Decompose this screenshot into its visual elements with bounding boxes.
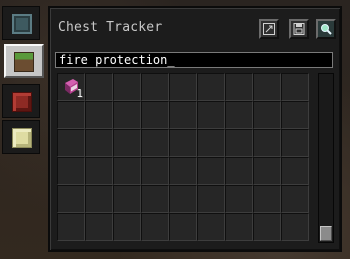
grid-slot[interactable] <box>169 185 197 213</box>
tab-bar <box>0 0 48 259</box>
grid-slot[interactable] <box>197 129 225 157</box>
grid-slot[interactable] <box>141 213 169 241</box>
grid-slot[interactable] <box>225 185 253 213</box>
search-button[interactable] <box>316 19 336 39</box>
grass-block-icon <box>14 52 34 72</box>
grid-slot[interactable] <box>113 157 141 185</box>
grid-slot[interactable] <box>225 101 253 129</box>
grid-slot[interactable] <box>197 73 225 101</box>
grid-slot[interactable] <box>85 101 113 129</box>
window-title: Chest Tracker <box>58 20 163 35</box>
grid-slot[interactable] <box>113 129 141 157</box>
grid-slot[interactable] <box>85 73 113 101</box>
grid-slot[interactable] <box>85 157 113 185</box>
search-input[interactable]: fire protection_ <box>55 52 333 68</box>
resize-icon <box>263 23 275 35</box>
grid-slot[interactable] <box>113 73 141 101</box>
grid-slot[interactable] <box>253 213 281 241</box>
grid-slot[interactable] <box>113 101 141 129</box>
grid-slot[interactable] <box>253 129 281 157</box>
grid-slot[interactable] <box>253 185 281 213</box>
grid-slot[interactable] <box>169 129 197 157</box>
grid-slot[interactable] <box>169 73 197 101</box>
grid-slot[interactable] <box>57 101 85 129</box>
grid-slot[interactable] <box>281 73 309 101</box>
grid-slot[interactable] <box>253 157 281 185</box>
chest-tracker-panel: Chest Tracker fire protection_ 1 <box>48 6 342 252</box>
grid-slot[interactable] <box>141 185 169 213</box>
grid-slot[interactable] <box>197 101 225 129</box>
grid-slot[interactable] <box>57 157 85 185</box>
magnifier-icon <box>321 24 332 35</box>
grid-slot[interactable] <box>253 73 281 101</box>
grid-slot[interactable] <box>85 129 113 157</box>
resize-button[interactable] <box>259 19 279 39</box>
grid-slot[interactable] <box>169 157 197 185</box>
grid-slot[interactable] <box>253 101 281 129</box>
tab-redstone[interactable] <box>2 84 40 118</box>
grid-slot[interactable] <box>141 101 169 129</box>
tab-glass[interactable] <box>2 6 40 40</box>
save-button[interactable] <box>289 19 309 39</box>
grid-slot[interactable] <box>85 185 113 213</box>
item-grid: 1 <box>57 73 309 241</box>
glass-block-icon <box>12 14 32 34</box>
floppy-disk-icon <box>293 23 305 35</box>
redstone-block-icon <box>12 92 32 112</box>
grid-slot[interactable] <box>113 185 141 213</box>
grid-slot[interactable] <box>281 101 309 129</box>
grid-slot[interactable] <box>85 213 113 241</box>
grid-slot[interactable] <box>57 185 85 213</box>
grid-slot[interactable] <box>197 157 225 185</box>
tab-end-stone[interactable] <box>2 120 40 154</box>
grid-slot[interactable] <box>225 129 253 157</box>
grid-slot[interactable] <box>225 157 253 185</box>
tab-grass[interactable] <box>4 44 44 78</box>
grid-slot[interactable]: 1 <box>57 73 85 101</box>
grid-slot[interactable] <box>57 129 85 157</box>
grid-slot[interactable] <box>169 101 197 129</box>
grid-slot[interactable] <box>141 157 169 185</box>
grid-slot[interactable] <box>141 73 169 101</box>
grid-slot[interactable] <box>197 213 225 241</box>
item-count: 1 <box>76 87 83 100</box>
grid-slot[interactable] <box>281 185 309 213</box>
end-stone-block-icon <box>12 128 32 148</box>
grid-slot[interactable] <box>281 213 309 241</box>
grid-slot[interactable] <box>225 213 253 241</box>
grid-slot[interactable] <box>281 157 309 185</box>
scrollbar-track[interactable] <box>318 73 334 243</box>
scrollbar-thumb[interactable] <box>320 226 332 241</box>
grid-slot[interactable] <box>113 213 141 241</box>
grid-slot[interactable] <box>57 213 85 241</box>
grid-slot[interactable] <box>141 129 169 157</box>
grid-slot[interactable] <box>197 185 225 213</box>
grid-slot[interactable] <box>169 213 197 241</box>
grid-slot[interactable] <box>281 129 309 157</box>
grid-slot[interactable] <box>225 73 253 101</box>
